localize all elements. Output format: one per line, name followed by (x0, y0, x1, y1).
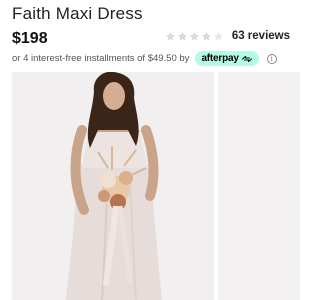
rating-stars (165, 31, 224, 42)
product-image-gallery[interactable] (0, 72, 300, 300)
star-icon (213, 31, 223, 41)
afterpay-badge[interactable]: afterpay (195, 51, 259, 66)
product-rating[interactable]: 63 reviews (165, 30, 290, 42)
star-icon (165, 31, 175, 41)
afterpay-label: afterpay (201, 53, 239, 64)
model-photo (12, 72, 214, 300)
product-photo-main[interactable] (12, 72, 214, 300)
product-header: Faith Maxi Dress $198 63 reviews or 4 in… (0, 0, 300, 72)
installments-text: or 4 interest-free installments of $49.5… (12, 53, 190, 64)
product-title: Faith Maxi Dress (12, 4, 143, 23)
reviews-link[interactable]: 63 reviews (232, 30, 290, 42)
product-price: $198 (12, 30, 48, 47)
product-photo-next[interactable] (218, 72, 300, 300)
afterpay-loop-icon (241, 55, 252, 62)
info-icon[interactable]: i (266, 53, 277, 64)
star-icon (201, 31, 211, 41)
star-icon (177, 31, 187, 41)
star-icon (189, 31, 199, 41)
installments-row: or 4 interest-free installments of $49.5… (12, 51, 277, 66)
